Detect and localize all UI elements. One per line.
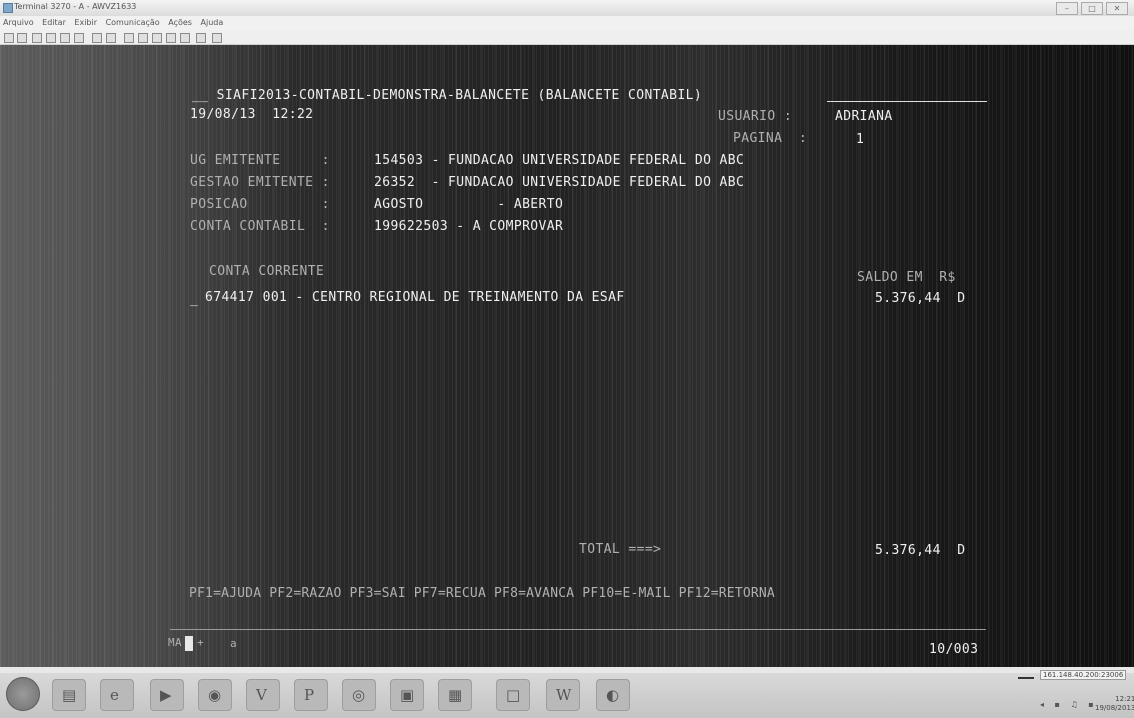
menu-editar[interactable]: Editar xyxy=(39,16,69,29)
window-controls: – □ ✕ xyxy=(1056,2,1128,15)
taskbar-ie-icon[interactable]: e xyxy=(100,679,134,711)
menu-arquivo[interactable]: Arquivo xyxy=(0,16,37,29)
oia-a: a xyxy=(230,637,238,650)
toolbar xyxy=(0,30,1134,45)
ug-value: 154503 - FUNDACAO UNIVERSIDADE FEDERAL D… xyxy=(374,153,745,168)
taskbar-app-icon[interactable]: ◉ xyxy=(198,679,232,711)
refresh-icon[interactable] xyxy=(196,33,206,43)
new-session-icon[interactable] xyxy=(4,33,14,43)
taskbar-visio-icon[interactable]: V xyxy=(246,679,280,711)
status-strip xyxy=(0,667,1134,673)
pagina-label: PAGINA : xyxy=(733,131,808,146)
send-icon[interactable] xyxy=(124,33,134,43)
pf-keys-line: PF1=AJUDA PF2=RAZAO PF3=SAI PF7=RECUA PF… xyxy=(189,586,775,601)
cursor-position: 10/003 xyxy=(929,642,979,657)
maximize-button[interactable]: □ xyxy=(1081,2,1103,15)
cut-icon[interactable] xyxy=(74,33,84,43)
posicao-value: AGOSTO - ABERTO xyxy=(374,197,564,212)
terminal-screen[interactable]: __ SIAFI2013-CONTABIL-DEMONSTRA-BALANCET… xyxy=(0,45,1134,667)
copy-icon[interactable] xyxy=(46,33,56,43)
menu-exibir[interactable]: Exibir xyxy=(71,16,100,29)
taskbar-media-icon[interactable]: ▶ xyxy=(150,679,184,711)
clock-date: 19/08/2013 xyxy=(1095,704,1134,712)
host-address: 161.148.40.200:23006 xyxy=(1040,670,1127,680)
minimize-button[interactable]: – xyxy=(1056,2,1078,15)
oia-separator xyxy=(170,629,986,630)
keyboard-icon[interactable] xyxy=(106,33,116,43)
conta-contabil-value: 199622503 - A COMPROVAR xyxy=(374,219,564,234)
pagina-value: 1 xyxy=(856,132,865,147)
column-conta-corrente: CONTA CORRENTE xyxy=(209,264,325,279)
window-title: Terminal 3270 - A - AWVZ1633 xyxy=(14,2,137,11)
window-titlebar: Terminal 3270 - A - AWVZ1633 – □ ✕ xyxy=(0,0,1134,17)
ug-label: UG EMITENTE : xyxy=(190,153,330,168)
terminal-cursor xyxy=(185,636,193,651)
header-underline xyxy=(827,101,987,102)
open-icon[interactable] xyxy=(17,33,27,43)
taskbar-chrome-icon[interactable]: ◎ xyxy=(342,679,376,711)
close-button[interactable]: ✕ xyxy=(1106,2,1128,15)
settings-icon[interactable] xyxy=(92,33,102,43)
usuario-value: ADRIANA xyxy=(835,109,893,124)
taskbar-terminal-icon[interactable]: ▣ xyxy=(390,679,424,711)
row-input-marker[interactable]: _ xyxy=(190,292,198,307)
total-label: TOTAL ===> xyxy=(579,542,662,557)
screen-header: __ SIAFI2013-CONTABIL-DEMONSTRA-BALANCET… xyxy=(192,88,703,103)
taskbar-image-icon[interactable]: ▦ xyxy=(438,679,472,711)
start-button[interactable] xyxy=(6,677,40,711)
oia-plus: + xyxy=(197,636,205,649)
conta-contabil-label: CONTA CONTABIL : xyxy=(190,219,330,234)
menu-comunicacao[interactable]: Comunicação xyxy=(103,16,163,29)
network-icon xyxy=(1018,671,1034,679)
help-icon[interactable] xyxy=(212,33,222,43)
tray-icons[interactable]: ◂ ▪ ♫ ▪ xyxy=(1040,700,1098,709)
clock-time: 12:21 xyxy=(1115,695,1134,703)
menu-bar: Arquivo Editar Exibir Comunicação Ações … xyxy=(0,16,1134,30)
gestao-value: 26352 - FUNDACAO UNIVERSIDADE FEDERAL DO… xyxy=(374,175,745,190)
total-value: 5.376,44 D xyxy=(875,543,966,558)
posicao-label: POSICAO : xyxy=(190,197,330,212)
print-icon[interactable] xyxy=(32,33,42,43)
terminal-app-icon xyxy=(3,3,13,13)
taskbar-word-icon[interactable]: W xyxy=(546,679,580,711)
taskbar: 161.148.40.200:23006 ▤ e ▶ ◉ V P ◎ ▣ ▦ □… xyxy=(0,667,1134,718)
screen-datetime: 19/08/13 12:22 xyxy=(190,107,314,122)
taskbar-misc-icon[interactable]: ◐ xyxy=(596,679,630,711)
row-amount: 5.376,44 D xyxy=(875,291,966,306)
oia-mode: MA xyxy=(168,636,183,649)
usuario-label: USUARIO : xyxy=(718,109,793,124)
paste-icon[interactable] xyxy=(60,33,70,43)
clock[interactable]: 12:21 19/08/2013 xyxy=(1095,695,1134,713)
gestao-label: GESTAO EMITENTE : xyxy=(190,175,330,190)
taskbar-blank-icon[interactable]: □ xyxy=(496,679,530,711)
receive-icon[interactable] xyxy=(138,33,148,43)
menu-ajuda[interactable]: Ajuda xyxy=(198,16,227,29)
taskbar-folder-icon[interactable]: ▤ xyxy=(52,679,86,711)
menu-acoes[interactable]: Ações xyxy=(165,16,195,29)
macro-icon[interactable] xyxy=(152,33,162,43)
row-account: 674417 001 - CENTRO REGIONAL DE TREINAME… xyxy=(205,290,625,305)
column-saldo: SALDO EM R$ xyxy=(857,270,956,285)
taskbar-powerpoint-icon[interactable]: P xyxy=(294,679,328,711)
record-icon[interactable] xyxy=(166,33,176,43)
play-icon[interactable] xyxy=(180,33,190,43)
